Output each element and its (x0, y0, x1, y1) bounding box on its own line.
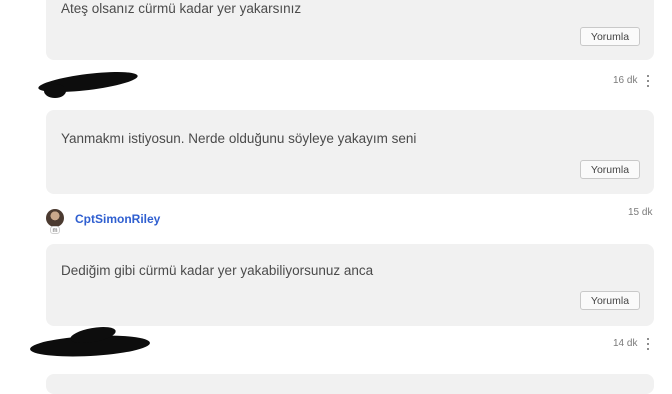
comment-time: 15 dk (628, 207, 653, 218)
kebab-menu-icon[interactable] (646, 75, 650, 87)
comment-text: Dediğim gibi cürmü kadar yer yakabiliyor… (61, 263, 374, 278)
comment-card (46, 374, 654, 394)
comment-time: 14 dk (613, 338, 638, 349)
comment-time: 16 dk (613, 75, 638, 86)
comment-text: Yanmakmı istiyosun. Nerde olduğunu söyle… (61, 131, 417, 146)
comment-card: Ateş olsanız cürmü kadar yer yakarsınız … (46, 0, 654, 60)
reply-button[interactable]: Yorumla (580, 291, 640, 310)
comment-card: Yanmakmı istiyosun. Nerde olduğunu söyle… (46, 110, 654, 194)
comment-card: Dediğim gibi cürmü kadar yer yakabiliyor… (46, 244, 654, 326)
kebab-menu-icon[interactable] (646, 338, 650, 350)
reply-button[interactable]: Yorumla (580, 160, 640, 179)
redacted-avatar (44, 84, 66, 98)
reply-button[interactable]: Yorumla (580, 27, 640, 46)
avatar-badge: m (50, 226, 60, 234)
user-avatar[interactable] (46, 209, 64, 227)
username-link[interactable]: CptSimonRiley (75, 212, 160, 226)
comment-text: Ateş olsanız cürmü kadar yer yakarsınız (61, 1, 302, 16)
